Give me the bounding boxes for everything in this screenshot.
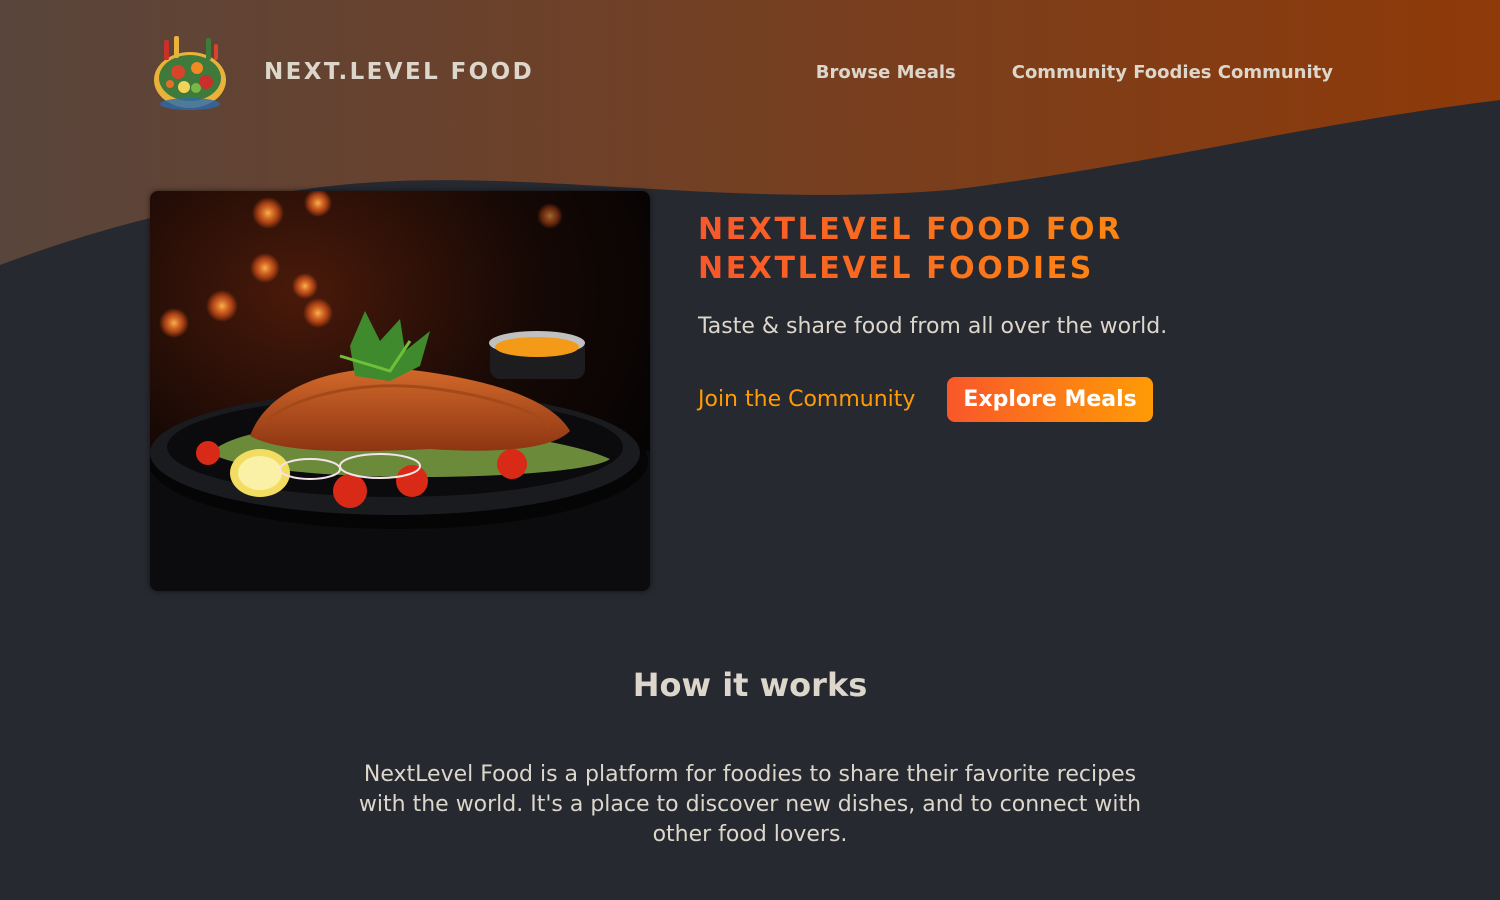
schnitzel-plate-image xyxy=(150,191,650,591)
logo-link[interactable]: NEXT.LEVEL FOOD xyxy=(150,32,534,112)
logo-text: NEXT.LEVEL FOOD xyxy=(264,59,535,85)
main-header: NEXT.LEVEL FOOD Browse Meals Community F… xyxy=(150,30,1333,114)
main-nav: Browse Meals Community Foodies Community xyxy=(816,62,1333,83)
hero-subtitle: Taste & share food from all over the wor… xyxy=(698,314,1168,339)
how-it-works-body: NextLevel Food is a platform for foodies… xyxy=(358,762,1142,847)
join-community-link[interactable]: Join the Community xyxy=(698,387,915,412)
hero-section: NextLevel Food for NextLevel Foodies Tas… xyxy=(698,210,1318,422)
hero-image xyxy=(150,191,650,591)
nav-community[interactable]: Community Foodies Community xyxy=(1012,62,1333,83)
nav-browse-meals[interactable]: Browse Meals xyxy=(816,62,956,83)
how-it-works-section: How it works NextLevel Food is a platfor… xyxy=(0,666,1500,850)
how-it-works-heading: How it works xyxy=(632,666,868,704)
food-plate-logo-icon xyxy=(154,36,226,110)
hero-title: NextLevel Food for NextLevel Foodies xyxy=(698,210,1318,288)
hero-cta: Join the Community Explore Meals xyxy=(698,377,1318,422)
explore-meals-button[interactable]: Explore Meals xyxy=(947,377,1153,422)
